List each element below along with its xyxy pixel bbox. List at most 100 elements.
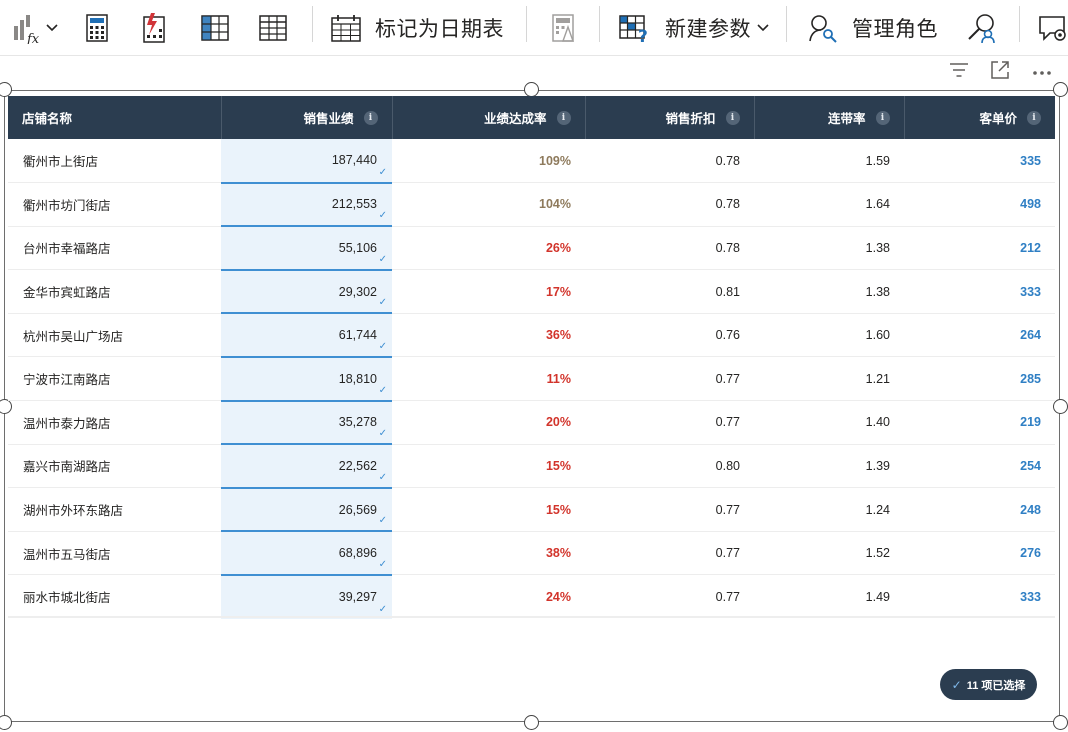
resize-handle-top[interactable] — [524, 82, 539, 97]
info-icon[interactable]: i — [363, 110, 378, 125]
resize-handle-right[interactable] — [1053, 399, 1068, 414]
info-icon[interactable]: i — [875, 110, 890, 125]
achievement-rate-cell: 17% — [392, 269, 585, 314]
resize-handle-bottom-right[interactable] — [1053, 715, 1068, 730]
more-options-button[interactable] — [1032, 61, 1052, 83]
store-name-cell: 杭州市吴山广场店 — [8, 313, 221, 358]
ribbon-separator — [599, 6, 600, 42]
sales-cell[interactable]: 39,297 ✓ — [221, 574, 392, 619]
achievement-rate-cell: 15% — [392, 487, 585, 532]
selection-count-badge[interactable]: ✓ 11 项已选择 — [940, 669, 1037, 700]
check-icon: ✓ — [378, 384, 387, 396]
focus-mode-button[interactable] — [990, 60, 1010, 85]
calendar-table-icon — [331, 14, 361, 42]
check-icon: ✓ — [378, 471, 387, 483]
table-row[interactable]: 宁波市江南路店 18,810 ✓ 11% 0.77 1.21 285 — [8, 356, 1055, 402]
achievement-rate-cell: 20% — [392, 400, 585, 445]
discount-cell: 0.80 — [585, 444, 754, 489]
achievement-rate-cell: 36% — [392, 313, 585, 358]
attach-rate-cell: 1.39 — [754, 444, 904, 489]
parameter-icon: ? — [619, 14, 651, 42]
sales-value: 55,106 — [338, 240, 377, 255]
q-and-a-setup-icon — [1038, 13, 1068, 43]
table-row[interactable]: 湖州市外环东路店 26,569 ✓ 15% 0.77 1.24 248 — [8, 487, 1055, 533]
table-row[interactable]: 杭州市吴山广场店 61,744 ✓ 36% 0.76 1.60 264 — [8, 313, 1055, 358]
view-as-button[interactable] — [967, 6, 999, 50]
achievement-rate-cell: 15% — [392, 444, 585, 489]
column-header-discount[interactable]: 销售折扣 i — [585, 96, 755, 139]
what-if-button[interactable] — [550, 6, 578, 50]
quick-measure-button[interactable] — [141, 6, 167, 50]
resize-handle-top-right[interactable] — [1053, 82, 1068, 97]
table-row[interactable]: 衢州市上街店 187,440 ✓ 109% 0.78 1.59 335 — [8, 139, 1055, 184]
info-icon[interactable]: i — [725, 110, 740, 125]
column-header-sales[interactable]: 销售业绩 i — [221, 96, 393, 139]
sales-cell[interactable]: 26,569 ✓ — [221, 487, 392, 533]
avg-price-cell: 333 — [1020, 589, 1041, 604]
store-name-cell: 宁波市江南路店 — [8, 356, 221, 402]
new-parameter-label: 新建参数 — [665, 18, 751, 41]
mark-as-date-table-button[interactable]: 标记为日期表 — [331, 6, 504, 50]
avg-price-cell: 333 — [904, 269, 1055, 314]
new-measure-fx-icon: fx — [12, 12, 42, 44]
resize-handle-bottom[interactable] — [524, 715, 539, 730]
sales-value: 187,440 — [331, 153, 377, 168]
info-icon[interactable]: i — [556, 110, 571, 125]
check-icon: ✓ — [378, 253, 387, 265]
column-header-attach-rate[interactable]: 连带率 i — [754, 96, 905, 139]
table-bottom-shadow — [8, 616, 1055, 618]
check-icon: ✓ — [951, 677, 962, 692]
filter-button[interactable] — [949, 61, 969, 83]
check-icon: ✓ — [378, 428, 387, 440]
ribbon-separator — [526, 6, 527, 42]
avg-price-cell: 254 — [904, 444, 1055, 489]
avg-price-cell: 276 — [904, 531, 1055, 576]
table-row[interactable]: 丽水市城北街店 39,297 ✓ 24% 0.77 1.49 333 — [8, 574, 1055, 619]
avg-price-cell: 285 — [904, 356, 1055, 402]
table-row[interactable]: 金华市宾虹路店 29,302 ✓ 17% 0.81 1.38 333 — [8, 269, 1055, 315]
store-name-cell: 嘉兴市南湖路店 — [8, 444, 221, 489]
sales-value: 61,744 — [338, 328, 377, 343]
sales-cell[interactable]: 68,896 ✓ — [221, 531, 392, 576]
calculator-button[interactable] — [86, 6, 108, 50]
column-header-store[interactable]: 店铺名称 — [8, 96, 222, 139]
sales-cell[interactable]: 22,562 ✓ — [221, 444, 392, 489]
new-column-button[interactable] — [201, 6, 229, 50]
column-header-avg-price[interactable]: 客单价 i — [904, 96, 1055, 139]
ribbon-separator — [786, 6, 787, 42]
sales-cell[interactable]: 212,553 ✓ — [221, 182, 392, 228]
table-row[interactable]: 衢州市坊门街店 212,553 ✓ 104% 0.78 1.64 498 — [8, 182, 1055, 228]
sales-cell[interactable]: 35,278 ✓ — [221, 400, 392, 446]
sales-cell[interactable]: 187,440 ✓ — [221, 139, 392, 184]
ribbon-separator — [312, 6, 313, 42]
discount-cell: 0.77 — [585, 531, 754, 576]
resize-handle-bottom-left[interactable] — [0, 715, 12, 730]
discount-cell: 0.77 — [585, 487, 754, 532]
attach-rate-cell: 1.38 — [754, 269, 904, 314]
q-and-a-setup-button[interactable] — [1038, 6, 1068, 50]
table-row[interactable]: 台州市幸福路店 55,106 ✓ 26% 0.78 1.38 212 — [8, 226, 1055, 271]
new-table-button[interactable] — [259, 6, 287, 50]
sales-cell[interactable]: 29,302 ✓ — [221, 269, 392, 315]
table-row[interactable]: 嘉兴市南湖路店 22,562 ✓ 15% 0.80 1.39 254 — [8, 444, 1055, 489]
avg-price-cell: 335 — [904, 139, 1055, 184]
new-measure-button[interactable]: fx — [12, 6, 59, 50]
check-icon: ✓ — [378, 603, 387, 615]
avg-price-cell: 498 — [904, 182, 1055, 227]
check-icon: ✓ — [378, 297, 387, 309]
ribbon-toolbar: fx 标记为日期表 ? 新建参数 管理角色 — [0, 0, 1068, 56]
manage-roles-button[interactable]: 管理角色 — [808, 6, 938, 50]
achievement-rate-cell: 104% — [392, 182, 585, 227]
table-row[interactable]: 温州市泰力路店 35,278 ✓ 20% 0.77 1.40 219 — [8, 400, 1055, 446]
column-header-achievement-rate[interactable]: 业绩达成率 i — [392, 96, 586, 139]
sales-cell[interactable]: 61,744 ✓ — [221, 313, 392, 358]
sales-cell[interactable]: 55,106 ✓ — [221, 226, 392, 271]
new-table-icon — [259, 15, 287, 41]
attach-rate-cell: 1.21 — [754, 356, 904, 402]
attach-rate-cell: 1.24 — [754, 487, 904, 532]
sales-cell[interactable]: 18,810 ✓ — [221, 356, 392, 402]
info-icon[interactable]: i — [1027, 110, 1041, 125]
new-parameter-button[interactable]: ? 新建参数 — [619, 6, 770, 50]
focus-mode-icon — [990, 60, 1010, 85]
table-row[interactable]: 温州市五马街店 68,896 ✓ 38% 0.77 1.52 276 — [8, 531, 1055, 576]
